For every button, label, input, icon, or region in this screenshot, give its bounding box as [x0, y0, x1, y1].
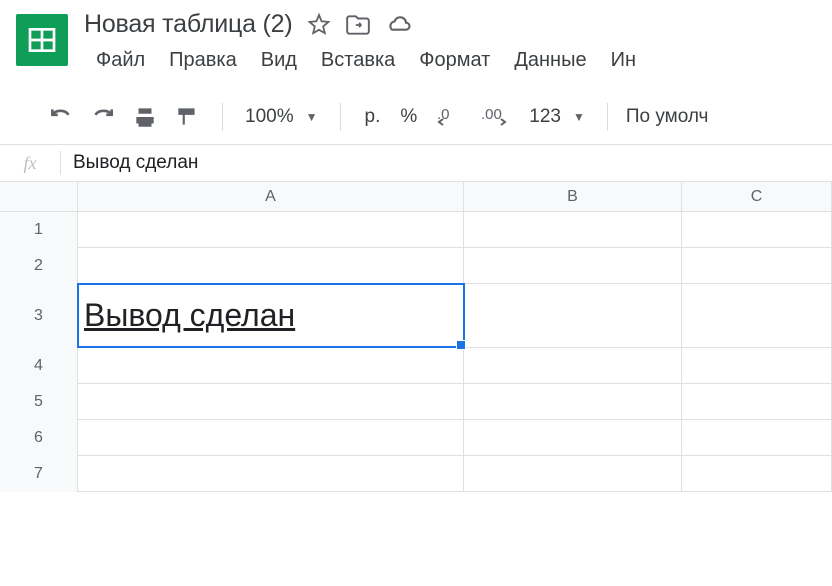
cloud-status-icon[interactable]: [385, 11, 413, 39]
fx-label[interactable]: fx: [0, 153, 60, 174]
separator: [222, 103, 223, 131]
zoom-value: 100%: [245, 106, 294, 128]
row-header-5[interactable]: 5: [0, 384, 78, 420]
row-header-2[interactable]: 2: [0, 248, 78, 284]
title-row: Новая таблица (2): [84, 10, 832, 39]
separator: [607, 103, 608, 131]
toolbar: 100% ▼ р. % .0 .00 123 ▼ По умолч: [0, 76, 832, 144]
row-2: 2: [0, 248, 832, 284]
row-7: 7: [0, 456, 832, 492]
row-header-4[interactable]: 4: [0, 348, 78, 384]
select-all-corner[interactable]: [0, 182, 78, 211]
cell-c6[interactable]: [682, 420, 832, 455]
cell-b2[interactable]: [464, 248, 682, 283]
cell-a3[interactable]: Вывод сделан: [78, 284, 464, 347]
cell-a5[interactable]: [78, 384, 464, 419]
menu-edit[interactable]: Правка: [157, 45, 249, 76]
row-6: 6: [0, 420, 832, 456]
chevron-down-icon: ▼: [573, 110, 585, 124]
number-format-dropdown[interactable]: 123 ▼: [525, 106, 589, 128]
cell-b1[interactable]: [464, 212, 682, 247]
cell-a1[interactable]: [78, 212, 464, 247]
row-header-6[interactable]: 6: [0, 420, 78, 456]
star-icon[interactable]: [307, 13, 331, 37]
menu-insert[interactable]: Вставка: [309, 45, 407, 76]
cell-b4[interactable]: [464, 348, 682, 383]
cell-b6[interactable]: [464, 420, 682, 455]
cell-c3[interactable]: [682, 284, 832, 347]
chevron-down-icon: ▼: [306, 110, 318, 124]
row-1: 1: [0, 212, 832, 248]
cell-a7[interactable]: [78, 456, 464, 491]
cell-c5[interactable]: [682, 384, 832, 419]
formula-input[interactable]: [61, 152, 832, 174]
currency-button[interactable]: р.: [359, 106, 387, 128]
cell-a4[interactable]: [78, 348, 464, 383]
row-3: 3 Вывод сделан: [0, 284, 832, 348]
col-header-c[interactable]: C: [682, 182, 832, 211]
svg-text:.00: .00: [481, 106, 502, 123]
numformat-label: 123: [529, 106, 561, 128]
row-5: 5: [0, 384, 832, 420]
menu-bar: Файл Правка Вид Вставка Формат Данные Ин: [84, 45, 832, 76]
cell-c2[interactable]: [682, 248, 832, 283]
cell-b7[interactable]: [464, 456, 682, 491]
sheets-logo[interactable]: [16, 14, 68, 66]
menu-file[interactable]: Файл: [84, 45, 157, 76]
font-dropdown[interactable]: По умолч: [626, 106, 709, 128]
doc-title[interactable]: Новая таблица (2): [84, 10, 293, 39]
menu-view[interactable]: Вид: [249, 45, 309, 76]
cell-c1[interactable]: [682, 212, 832, 247]
spreadsheet-grid: A B C 1 2 3 Вывод сделан 4 5 6 7: [0, 182, 832, 492]
col-header-a[interactable]: A: [78, 182, 464, 211]
print-button[interactable]: [128, 100, 162, 134]
formula-bar: fx: [0, 144, 832, 182]
separator: [340, 103, 341, 131]
svg-text:.0: .0: [437, 106, 450, 123]
row-header-3[interactable]: 3: [0, 284, 78, 348]
menu-format[interactable]: Формат: [407, 45, 502, 76]
zoom-dropdown[interactable]: 100% ▼: [241, 106, 322, 128]
title-area: Новая таблица (2) Файл Правка Вид Вставк…: [84, 10, 832, 76]
header: Новая таблица (2) Файл Правка Вид Вставк…: [0, 0, 832, 76]
cell-a6[interactable]: [78, 420, 464, 455]
cell-a2[interactable]: [78, 248, 464, 283]
col-header-b[interactable]: B: [464, 182, 682, 211]
sheets-icon: [26, 24, 58, 56]
percent-button[interactable]: %: [394, 106, 423, 128]
row-header-1[interactable]: 1: [0, 212, 78, 248]
row-header-7[interactable]: 7: [0, 456, 78, 492]
menu-more[interactable]: Ин: [599, 45, 648, 76]
cell-b5[interactable]: [464, 384, 682, 419]
cell-c4[interactable]: [682, 348, 832, 383]
undo-button[interactable]: [44, 100, 78, 134]
cell-c7[interactable]: [682, 456, 832, 491]
paint-format-button[interactable]: [170, 100, 204, 134]
move-folder-icon[interactable]: [345, 12, 371, 38]
decrease-decimal-button[interactable]: .0: [431, 101, 467, 133]
cell-b3[interactable]: [464, 284, 682, 347]
column-headers: A B C: [0, 182, 832, 212]
menu-data[interactable]: Данные: [502, 45, 598, 76]
redo-button[interactable]: [86, 100, 120, 134]
cell-a3-text: Вывод сделан: [84, 297, 295, 334]
increase-decimal-button[interactable]: .00: [475, 101, 517, 133]
row-4: 4: [0, 348, 832, 384]
